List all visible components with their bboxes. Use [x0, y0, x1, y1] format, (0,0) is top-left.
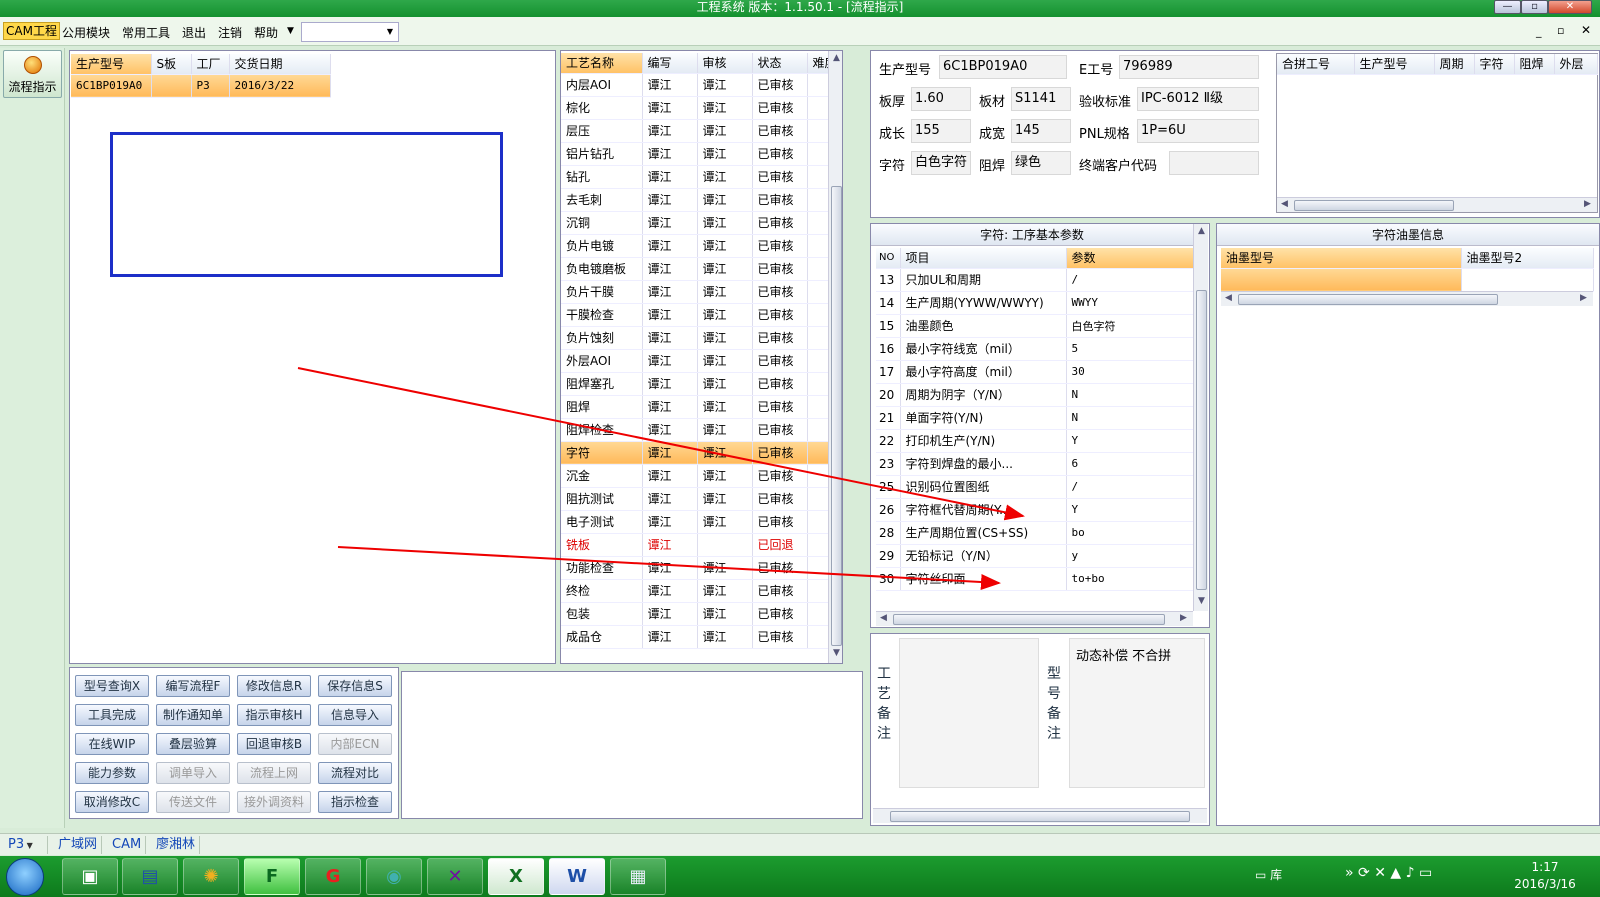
- taskbar-g-app-icon[interactable]: G: [305, 858, 361, 895]
- taskbar-excel-icon[interactable]: X: [488, 858, 544, 895]
- arrow-to-param-26: [297, 367, 1025, 521]
- arrow-to-param-30: [337, 546, 1001, 591]
- taskbar-calculator-icon[interactable]: ▦: [610, 858, 666, 895]
- annotation-arrows: [297, 367, 1025, 591]
- taskbar: ▣ ▤ ✺ F G ◉ ✕ X W ▦ ▭ 库 » ⟳ ✕ ▲ ♪ ▭ 1:17…: [0, 856, 1600, 897]
- taskbar-save-app-icon[interactable]: ▤: [122, 858, 178, 895]
- taskbar-x-app-icon[interactable]: ✕: [427, 858, 483, 895]
- taskbar-word-icon[interactable]: W: [549, 858, 605, 895]
- taskbar-eye-app-icon[interactable]: ◉: [366, 858, 422, 895]
- clock-date[interactable]: 2016/3/16: [1505, 877, 1585, 891]
- tray-icons[interactable]: » ⟳ ✕ ▲ ♪ ▭: [1345, 865, 1432, 881]
- status-network: 广域网: [54, 836, 103, 854]
- taskbar-f-app-icon[interactable]: F: [244, 858, 300, 895]
- clock-time[interactable]: 1:17: [1515, 860, 1575, 874]
- status-user: 廖湘林: [152, 836, 201, 854]
- taskbar-image-app-icon[interactable]: ▣: [62, 858, 118, 895]
- tray-library-label[interactable]: ▭ 库: [1255, 866, 1282, 883]
- folder-icon: ▭: [1255, 868, 1271, 882]
- start-button[interactable]: [6, 858, 44, 896]
- taskbar-shell-app-icon[interactable]: ✺: [183, 858, 239, 895]
- status-system: CAM: [108, 836, 147, 854]
- factory-selector[interactable]: P3 ▼: [4, 836, 48, 854]
- status-bar: P3 ▼ 广域网 CAM 廖湘林: [0, 833, 1600, 855]
